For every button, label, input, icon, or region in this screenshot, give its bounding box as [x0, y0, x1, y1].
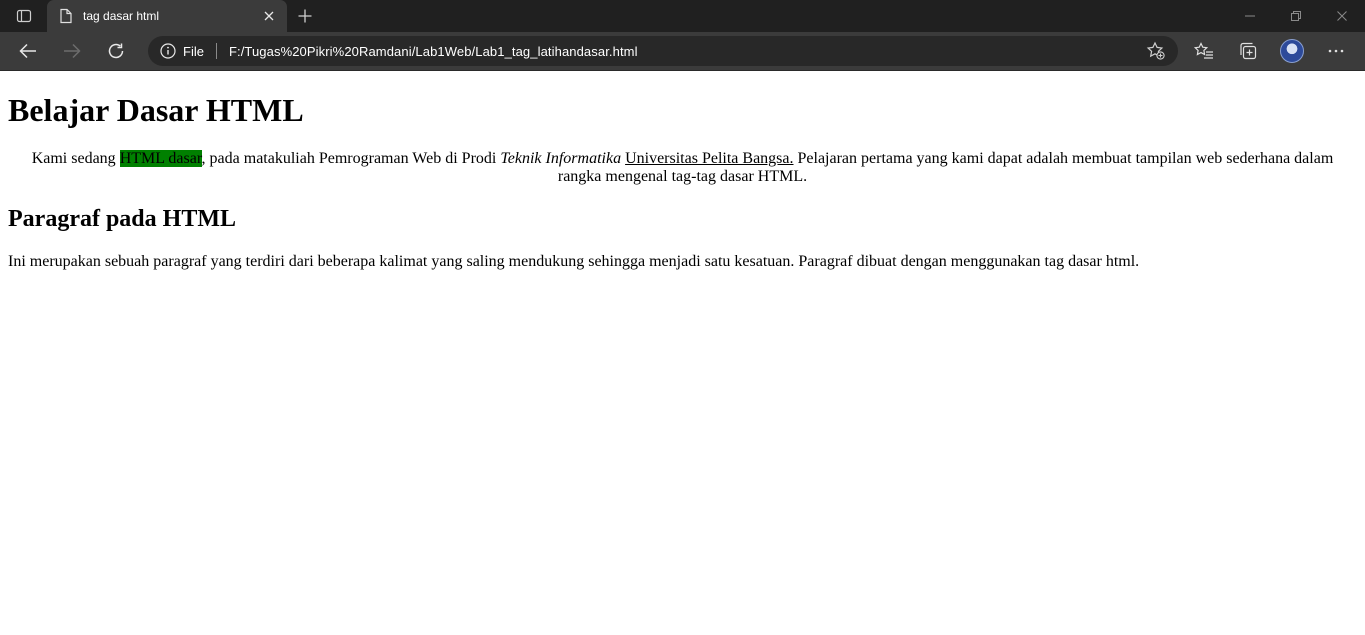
favorites-button[interactable]: [1182, 33, 1226, 69]
forward-arrow-icon: [64, 43, 81, 59]
collections-icon: [1240, 42, 1257, 60]
avatar: [1280, 39, 1304, 63]
back-arrow-icon: [19, 43, 36, 59]
highlighted-text: HTML dasar: [119, 150, 202, 167]
underlined-text: Universitas Pelita Bangsa.: [625, 150, 794, 167]
toolbar-actions: [1182, 33, 1358, 69]
plus-icon: [298, 9, 312, 23]
intro-text-1: Kami sedang: [31, 150, 120, 167]
address-bar[interactable]: File F:/Tugas%20Pikri%20Ramdani/Lab1Web/…: [148, 36, 1178, 66]
star-plus-icon: [1146, 41, 1165, 60]
page-icon: [60, 8, 72, 24]
tab-actions-icon: [16, 9, 31, 23]
minimize-button[interactable]: [1227, 0, 1273, 32]
more-icon: [1328, 49, 1344, 53]
address-divider: [215, 43, 217, 59]
scheme-label: File: [183, 43, 204, 59]
web-page-content: Belajar Dasar HTML Kami sedang HTML dasa…: [0, 92, 1365, 271]
body-paragraph: Ini merupakan sebuah paragraf yang terdi…: [8, 253, 1140, 270]
tab-close-button[interactable]: [261, 8, 277, 24]
tab-strip: tag dasar html: [0, 0, 1365, 32]
page-heading: Belajar Dasar HTML: [8, 92, 304, 128]
active-tab[interactable]: tag dasar html: [47, 0, 287, 32]
navigation-toolbar: File F:/Tugas%20Pikri%20Ramdani/Lab1Web/…: [0, 32, 1365, 71]
refresh-button[interactable]: [94, 33, 138, 69]
window-controls: [1227, 0, 1365, 32]
forward-button[interactable]: [50, 33, 94, 69]
minimize-icon: [1245, 15, 1255, 17]
site-info-button[interactable]: File: [160, 43, 204, 59]
info-icon: [160, 43, 176, 59]
favorites-icon: [1194, 42, 1213, 59]
close-icon: [264, 11, 274, 21]
tab-actions-button[interactable]: [0, 0, 47, 32]
back-button[interactable]: [6, 33, 50, 69]
new-tab-button[interactable]: [289, 0, 321, 32]
intro-text-2: , pada matakuliah Pemrograman Web di Pro…: [201, 150, 501, 167]
add-favorite-button[interactable]: [1144, 39, 1168, 63]
restore-icon: [1291, 11, 1301, 21]
refresh-icon: [108, 43, 124, 59]
italic-text: Teknik Informatika: [500, 150, 622, 167]
url-text[interactable]: F:/Tugas%20Pikri%20Ramdani/Lab1Web/Lab1_…: [229, 44, 1144, 59]
collections-button[interactable]: [1226, 33, 1270, 69]
section-heading: Paragraf pada HTML: [8, 206, 236, 232]
close-icon: [1337, 11, 1347, 21]
profile-button[interactable]: [1270, 33, 1314, 69]
more-menu-button[interactable]: [1314, 33, 1358, 69]
window-close-button[interactable]: [1319, 0, 1365, 32]
tab-title: tag dasar html: [83, 9, 160, 23]
intro-paragraph: Kami sedang HTML dasar, pada matakuliah …: [8, 150, 1357, 186]
restore-button[interactable]: [1273, 0, 1319, 32]
